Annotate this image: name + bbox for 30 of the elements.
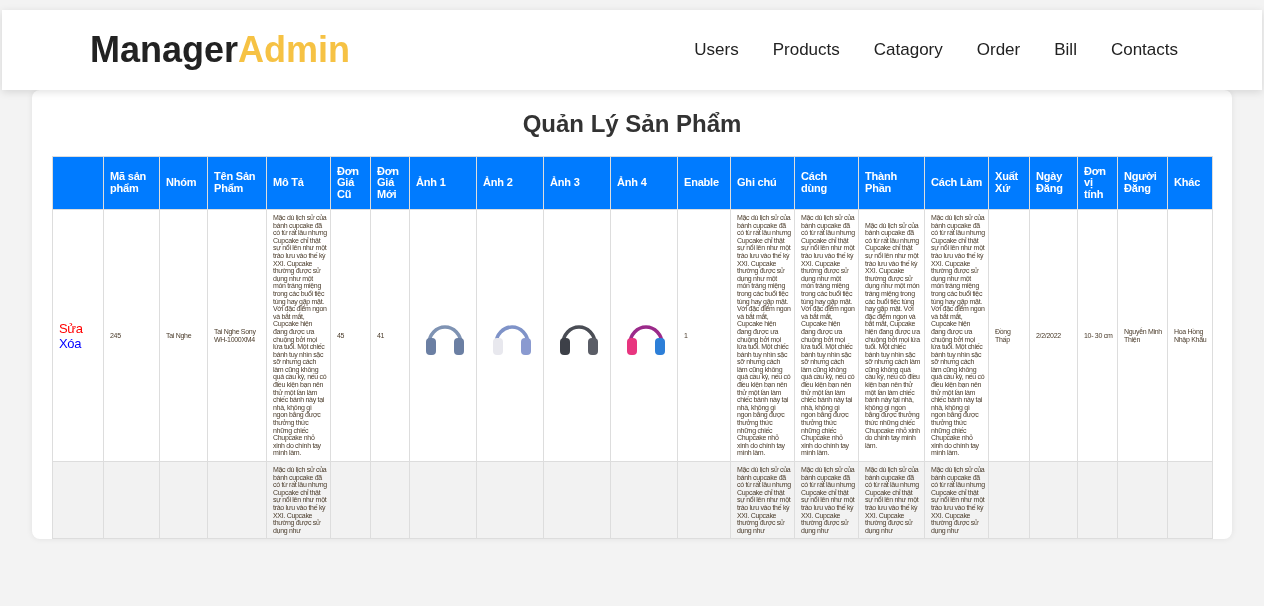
- nav-link[interactable]: Catagory: [873, 40, 943, 60]
- column-header: Xuất Xứ: [988, 156, 1030, 210]
- column-header: Nhóm: [159, 156, 208, 210]
- nav-link[interactable]: Bill: [1054, 40, 1077, 60]
- column-header: Tên Sản Phẩm: [207, 156, 267, 210]
- column-header: Ghi chú: [730, 156, 795, 210]
- page-title: Quản Lý Sản Phẩm: [521, 110, 743, 138]
- nav-link[interactable]: Users: [694, 40, 739, 60]
- nav-link[interactable]: Contacts: [1110, 40, 1178, 60]
- nav-link[interactable]: Order: [976, 40, 1021, 60]
- column-header: Ảnh 2: [476, 156, 544, 210]
- delete-link[interactable]: Xóa: [59, 335, 100, 351]
- nav-link[interactable]: Products: [772, 40, 840, 60]
- logo[interactable]: ManagerAdmin: [90, 29, 351, 71]
- column-header: Ảnh 4: [610, 156, 678, 210]
- column-header: Đơn vị tính: [1077, 156, 1118, 210]
- column-header: Ảnh 1: [409, 156, 477, 210]
- column-header: Ảnh 3: [543, 156, 611, 210]
- column-header: Khác: [1167, 156, 1213, 210]
- column-header: Người Đăng: [1117, 156, 1168, 210]
- column-header: Đơn Giá Cũ: [330, 156, 371, 210]
- column-header: Enable: [677, 156, 731, 210]
- column-header: Thành Phần: [858, 156, 925, 210]
- column-header: Cách dùng: [794, 156, 859, 210]
- column-header: Cách Làm: [924, 156, 989, 210]
- column-header: Mã sản phẩm: [103, 156, 160, 210]
- column-header: Đơn Giá Mới: [370, 156, 410, 210]
- column-header: Ngày Đăng: [1029, 156, 1078, 210]
- edit-link[interactable]: Sửa: [59, 320, 100, 336]
- column-header: Mô Tả: [266, 156, 331, 210]
